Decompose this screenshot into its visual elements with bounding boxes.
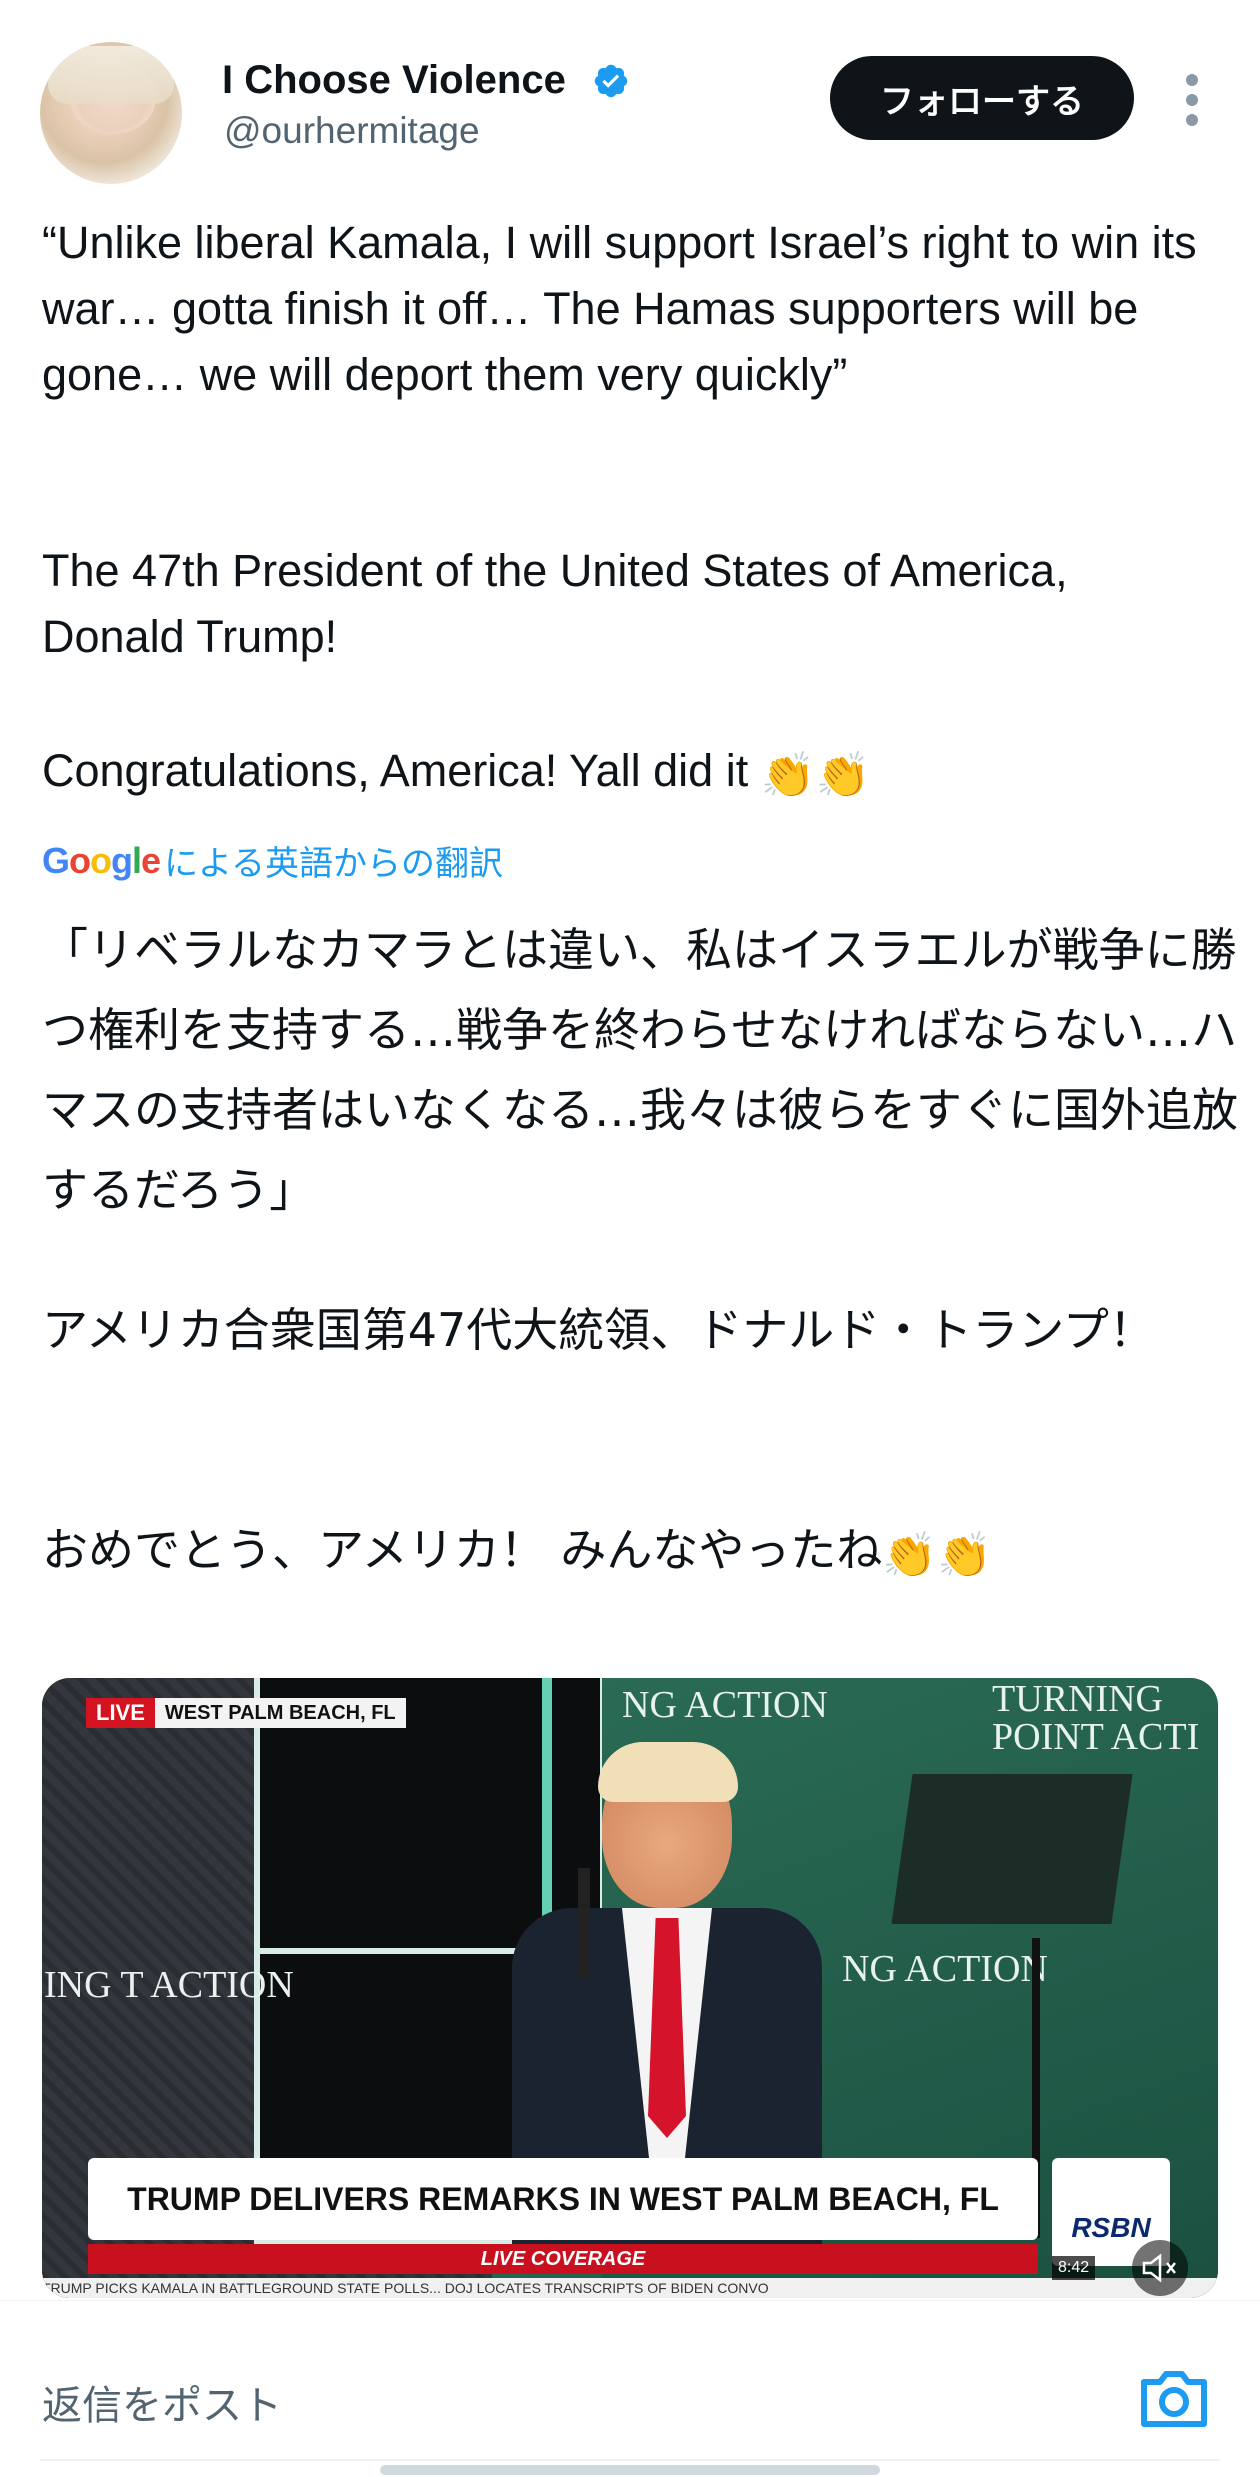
tweet-paragraph-quote: “Unlike liberal Kamala, I will support I… [42, 217, 1197, 400]
translated-paragraph-president: アメリカ合衆国第47代大統領、ドナルド・トランプ！ [42, 1303, 1155, 1357]
live-coverage-bar: LIVE COVERAGE [88, 2244, 1038, 2274]
follow-button[interactable]: フォローする [830, 56, 1134, 140]
news-ticker: TRUMP PICKS KAMALA IN BATTLEGROUND STATE… [42, 2278, 1218, 2298]
divider [40, 2459, 1220, 2461]
translation-attribution[interactable]: Google による英語からの翻訳 [42, 836, 503, 885]
author-avatar[interactable] [40, 42, 182, 184]
backdrop-logo-text: NG ACTION [622, 1684, 828, 1726]
google-logo: Google [42, 839, 161, 881]
author-name[interactable]: I Choose Violence [222, 58, 566, 103]
translated-paragraph-quote: 「リベラルなカマラとは違い、私はイスラエルが戦争に勝つ権利を支持する…戦争を終わ… [42, 923, 1238, 1217]
tweet-paragraph-congrats: Congratulations, America! Yall did it 👏👏 [42, 738, 1222, 809]
backdrop-logo-text: TURNING POINT ACTI [992, 1678, 1200, 1758]
congrats-text: Congratulations, America! Yall did it [42, 745, 749, 796]
video-headline: TRUMP DELIVERS REMARKS IN WEST PALM BEAC… [127, 2180, 999, 2217]
teleprompter [891, 1774, 1133, 1924]
live-badge: LIVE WEST PALM BEACH, FL [86, 1698, 406, 1728]
network-logo-text: RSBN [1071, 2212, 1151, 2243]
tweet-paragraph-president: The 47th President of the United States … [42, 545, 1068, 662]
backdrop-logo-text: NG ACTION [842, 1948, 1048, 1990]
camera-icon[interactable] [1138, 2365, 1210, 2431]
video-headline-banner: TRUMP DELIVERS REMARKS IN WEST PALM BEAC… [88, 2158, 1038, 2240]
translated-congrats-text: おめでとう、アメリカ！ みんなやったね [42, 1523, 883, 1577]
tweet-header: I Choose Violence @ourhermitage フォローする [0, 0, 1260, 184]
backdrop-logo-text: ING T ACTION [44, 1964, 294, 2006]
translated-paragraph-congrats: おめでとう、アメリカ！ みんなやったね👏👏 [42, 1510, 1242, 1596]
reply-composer: 返信をポスト [0, 2300, 1260, 2477]
live-location: WEST PALM BEACH, FL [164, 1702, 396, 1724]
video-player[interactable]: NG ACTION TURNING POINT ACTI ING T ACTIO… [42, 1678, 1218, 2298]
more-options-icon[interactable] [1172, 70, 1212, 130]
reply-input[interactable]: 返信をポスト [42, 2373, 282, 2431]
verified-badge-icon [594, 64, 628, 98]
home-indicator[interactable] [380, 2465, 880, 2475]
clapping-hands-icon: 👏👏 [760, 751, 871, 800]
speaker-muted-icon [1142, 2253, 1176, 2283]
video-time: 8:42 [1052, 2256, 1096, 2280]
live-label: LIVE [86, 1698, 155, 1728]
translation-label: による英語からの翻訳 [164, 845, 504, 883]
author-handle[interactable]: @ourhermitage [224, 110, 480, 152]
clapping-hands-icon: 👏👏 [882, 1530, 992, 1581]
mute-button[interactable] [1132, 2240, 1188, 2296]
